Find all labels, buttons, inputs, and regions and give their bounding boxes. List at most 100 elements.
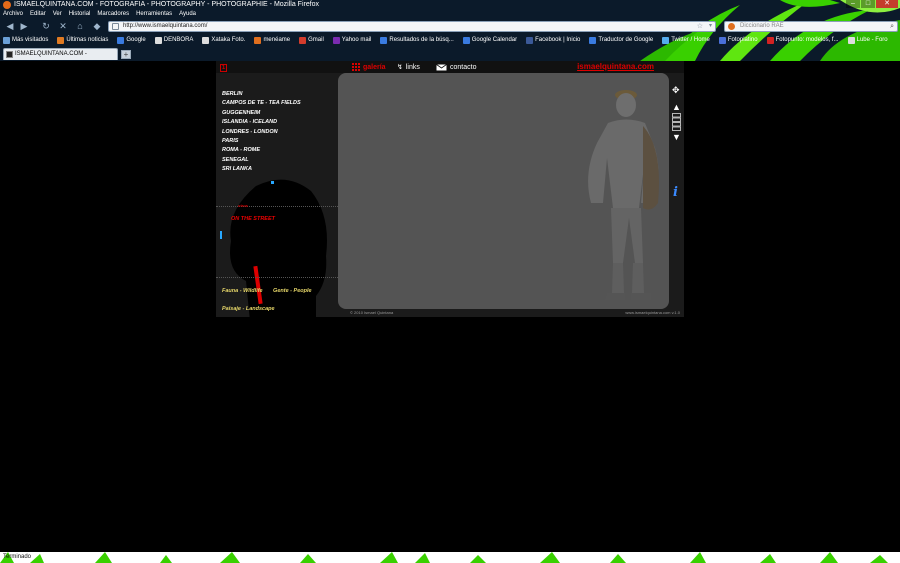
viewer-controls: ✥ ▲ ▼ i bbox=[669, 73, 684, 309]
menu-archivo[interactable]: Archivo bbox=[3, 10, 23, 19]
site-version-text: www.ismaelquintana.com v.1.0 bbox=[625, 310, 680, 315]
bookmark-icon bbox=[589, 37, 597, 44]
url-bar[interactable]: http://www.ismaelquintana.com/ ☆ ▾ bbox=[108, 21, 716, 32]
grass-decoration bbox=[0, 552, 888, 563]
nav-contacto-label: contacto bbox=[450, 63, 477, 71]
forward-icon[interactable]: ▶ bbox=[18, 21, 30, 32]
bookmark-item[interactable]: Google Calendar bbox=[462, 35, 517, 46]
grid-icon bbox=[352, 63, 360, 71]
tab-title: ISMAELQUINTANA.COM - FOTOGRA... bbox=[15, 51, 87, 57]
bookmark-item[interactable]: Resultados de la búsq... bbox=[380, 35, 454, 46]
maximize-button[interactable]: □ bbox=[861, 0, 875, 8]
gallery-link-berlin[interactable]: BERLIN bbox=[222, 90, 301, 99]
bookmark-icon bbox=[299, 37, 307, 44]
bookmark-item[interactable]: Últimas noticias bbox=[57, 35, 108, 46]
search-input[interactable]: Diccionario RAE bbox=[740, 22, 784, 31]
person-silhouette-image bbox=[588, 90, 659, 300]
gallery-link-sri-lanka[interactable]: SRI LANKA bbox=[222, 165, 301, 174]
bookmark-item[interactable]: Twitter / Home bbox=[662, 35, 710, 46]
minimize-button[interactable]: – bbox=[846, 0, 860, 8]
bookmark-item[interactable]: Más visitados bbox=[3, 35, 48, 46]
tab-favicon bbox=[6, 51, 13, 58]
menu-marcadores[interactable]: Marcadores bbox=[97, 10, 129, 19]
stop-icon[interactable]: ✕ bbox=[57, 21, 69, 32]
category-link-people[interactable]: Gente - People bbox=[273, 288, 312, 294]
nav-links-label: links bbox=[405, 63, 420, 71]
bookmark-icon bbox=[57, 37, 65, 44]
new-tab-button[interactable]: + bbox=[121, 50, 131, 59]
sidebar: BERLIN CAMPOS DE TE - TEA FIELDS GUGGENH… bbox=[216, 73, 338, 317]
bookmark-icon bbox=[766, 37, 774, 44]
nav-contacto[interactable]: contacto bbox=[436, 62, 476, 72]
others-heading: otros bbox=[238, 203, 248, 208]
menu-herramientas[interactable]: Herramientas bbox=[136, 10, 172, 19]
chevron-down-icon[interactable]: ▾ bbox=[709, 22, 712, 31]
category-link-landscape[interactable]: Paisaje - Landscape bbox=[222, 306, 275, 312]
menu-editar[interactable]: Editar bbox=[30, 10, 46, 19]
gallery-link-on-the-street[interactable]: ON THE STREET bbox=[231, 216, 275, 222]
menu-historial[interactable]: Historial bbox=[69, 10, 91, 19]
bookmark-item[interactable]: Gmail bbox=[299, 35, 324, 46]
search-engine-icon[interactable] bbox=[728, 23, 735, 30]
url-text[interactable]: http://www.ismaelquintana.com/ bbox=[123, 22, 207, 31]
bookmark-item[interactable]: Yahoo mail bbox=[332, 35, 371, 46]
home-icon[interactable]: ⌂ bbox=[74, 21, 86, 32]
site-identity-icon[interactable]: ◆ bbox=[91, 21, 103, 32]
tab-active[interactable]: ISMAELQUINTANA.COM - FOTOGRA... bbox=[3, 48, 118, 60]
reload-icon[interactable]: ↻ bbox=[40, 21, 52, 32]
search-bar[interactable]: Diccionario RAE ⌕ bbox=[724, 21, 898, 32]
window-controls: – □ ✕ bbox=[846, 0, 898, 8]
photo-viewer[interactable] bbox=[338, 73, 669, 309]
gallery-link-senegal[interactable]: SENEGAL bbox=[222, 156, 301, 165]
arrow-down-icon[interactable]: ▼ bbox=[672, 133, 681, 142]
nav-galeria-label: galería bbox=[363, 63, 386, 71]
category-links: Fauna - Wildlife Gente - People Paisaje … bbox=[222, 279, 312, 315]
links-icon: ↯ bbox=[397, 64, 403, 71]
bookmark-item[interactable]: Traductor de Google bbox=[589, 35, 653, 46]
window-titlebar: ISMAELQUINTANA.COM - FOTOGRAFIA - PHOTOG… bbox=[0, 0, 900, 10]
bookmark-item[interactable]: Xataka Foto. bbox=[202, 35, 245, 46]
gallery-link-london[interactable]: LONDRES - LONDON bbox=[222, 128, 301, 137]
site-container: 1 galería ↯ links contacto ismaelquintan… bbox=[216, 61, 684, 317]
nav-galeria[interactable]: galería bbox=[352, 62, 386, 72]
language-button[interactable]: 1 bbox=[220, 64, 227, 72]
bookmark-item[interactable]: Fotopunto: modelos, f... bbox=[766, 35, 839, 46]
sidebar-divider bbox=[216, 206, 338, 207]
bookmark-item[interactable]: Lube - Foro bbox=[847, 35, 888, 46]
bookmarks-toolbar: Más visitados Últimas noticias Google DE… bbox=[0, 35, 900, 46]
bookmark-icon bbox=[462, 37, 470, 44]
bookmark-item[interactable]: menéame bbox=[254, 35, 290, 46]
gallery-link-tea-fields[interactable]: CAMPOS DE TE - TEA FIELDS bbox=[222, 99, 301, 108]
site-brand[interactable]: ismaelquintana.com bbox=[577, 62, 654, 71]
category-link-wildlife[interactable]: Fauna - Wildlife bbox=[222, 288, 263, 294]
search-icon[interactable]: ⌕ bbox=[890, 22, 894, 31]
copyright-text: © 2010 Ismael Quintana bbox=[350, 310, 394, 315]
info-icon[interactable]: i bbox=[673, 186, 678, 199]
menu-ver[interactable]: Ver bbox=[53, 10, 62, 19]
bookmark-icon bbox=[117, 37, 125, 44]
browser-chrome: ISMAELQUINTANA.COM - FOTOGRAFIA - PHOTOG… bbox=[0, 0, 900, 61]
bookmark-icon bbox=[526, 37, 534, 44]
window-title: ISMAELQUINTANA.COM - FOTOGRAFIA - PHOTOG… bbox=[14, 1, 320, 8]
back-icon[interactable]: ◀ bbox=[3, 21, 17, 32]
menu-ayuda[interactable]: Ayuda bbox=[179, 10, 196, 19]
thumbnail-strip[interactable] bbox=[672, 113, 681, 131]
gallery-link-rome[interactable]: ROMA - ROME bbox=[222, 146, 301, 155]
nav-links[interactable]: ↯ links bbox=[397, 62, 420, 72]
gallery-city-list: BERLIN CAMPOS DE TE - TEA FIELDS GUGGENH… bbox=[222, 90, 301, 175]
close-button[interactable]: ✕ bbox=[876, 0, 898, 8]
bookmark-item[interactable]: Fotoplatino bbox=[718, 35, 758, 46]
bookmark-item[interactable]: Facebook | Inicio bbox=[526, 35, 580, 46]
bookmark-item[interactable]: Google bbox=[117, 35, 146, 46]
gallery-link-guggenheim[interactable]: GUGGENHEIM bbox=[222, 109, 301, 118]
move-icon[interactable]: ✥ bbox=[672, 86, 680, 95]
bookmark-item[interactable]: DENBORA bbox=[154, 35, 193, 46]
arrow-up-icon[interactable]: ▲ bbox=[672, 103, 681, 112]
gallery-link-iceland[interactable]: ISLANDIA - ICELAND bbox=[222, 118, 301, 127]
bookmark-star-icon[interactable]: ☆ bbox=[697, 22, 703, 31]
firefox-icon bbox=[3, 1, 11, 9]
bookmark-icon bbox=[332, 37, 340, 44]
gallery-link-paris[interactable]: PARIS bbox=[222, 137, 301, 146]
bookmark-icon bbox=[254, 37, 262, 44]
bookmark-icon bbox=[380, 37, 388, 44]
